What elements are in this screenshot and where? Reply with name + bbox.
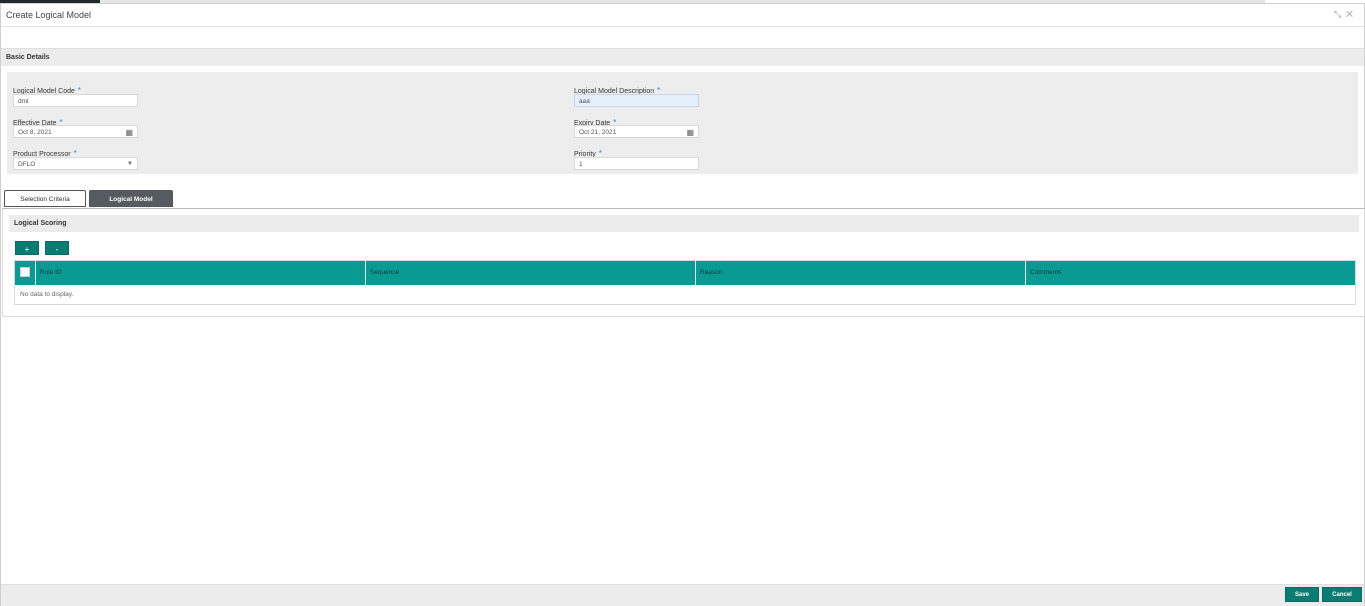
- column-header-comments[interactable]: Comments: [1025, 261, 1355, 285]
- close-icon[interactable]: ✕: [1346, 9, 1358, 19]
- logical-model-code-value: dml: [18, 98, 29, 105]
- tab-logical-model[interactable]: Logical Model: [89, 190, 173, 207]
- basic-details-header: Basic Details: [1, 48, 1364, 66]
- empty-grid-message: No data to display.: [20, 291, 74, 298]
- logical-model-tab-panel: Logical Scoring + - Rule ID Sequence Rea…: [2, 208, 1365, 317]
- footer-bar: Save Cancel: [1, 584, 1364, 606]
- expiry-date-input[interactable]: Oct 21, 2021 ▦: [574, 125, 699, 138]
- calendar-icon[interactable]: ▦: [125, 126, 133, 139]
- basic-details-panel: Logical Model Code * dml Logical Model De…: [7, 72, 1358, 174]
- add-row-button[interactable]: +: [15, 241, 39, 255]
- expiry-date-value: Oct 21, 2021: [579, 129, 617, 136]
- calendar-icon[interactable]: ▦: [686, 126, 694, 139]
- column-header-reason[interactable]: Reason: [695, 261, 1025, 285]
- priority-input[interactable]: 1: [574, 157, 699, 170]
- logical-model-code-input[interactable]: dml: [13, 94, 138, 107]
- cancel-button[interactable]: Cancel: [1322, 587, 1362, 602]
- create-logical-model-window: Create Logical Model ⤡✕ Basic Details Lo…: [0, 3, 1365, 606]
- product-processor-select[interactable]: DFLO ▼: [13, 157, 138, 170]
- window-title: Create Logical Model: [6, 10, 92, 20]
- effective-date-input[interactable]: Oct 8, 2021 ▦: [13, 125, 138, 138]
- logical-model-description-value: aaa: [579, 98, 590, 105]
- logical-scoring-grid: Rule ID Sequence Reason Comments No data…: [14, 260, 1356, 305]
- remove-row-button[interactable]: -: [45, 241, 69, 255]
- column-header-sequence[interactable]: Sequence: [365, 261, 695, 285]
- grid-header: Rule ID Sequence Reason Comments: [15, 261, 1355, 285]
- select-all-checkbox[interactable]: [20, 267, 30, 277]
- logical-model-description-input[interactable]: aaa: [574, 94, 699, 107]
- basic-details-title: Basic Details: [6, 54, 50, 61]
- minimize-icon[interactable]: ⤡: [1334, 9, 1346, 19]
- save-button[interactable]: Save: [1285, 587, 1319, 602]
- tab-selection-criteria[interactable]: Selection Criteria: [4, 190, 86, 207]
- logical-scoring-header: Logical Scoring: [9, 215, 1359, 232]
- chevron-down-icon[interactable]: ▼: [127, 158, 133, 171]
- select-all-cell: [15, 261, 35, 285]
- column-header-rule-id[interactable]: Rule ID: [35, 261, 365, 285]
- title-bar: Create Logical Model ⤡✕: [1, 4, 1364, 27]
- effective-date-value: Oct 8, 2021: [18, 129, 52, 136]
- logical-scoring-title: Logical Scoring: [14, 220, 67, 227]
- window-controls[interactable]: ⤡✕: [1334, 9, 1358, 20]
- priority-value: 1: [579, 161, 583, 168]
- product-processor-value: DFLO: [18, 161, 36, 168]
